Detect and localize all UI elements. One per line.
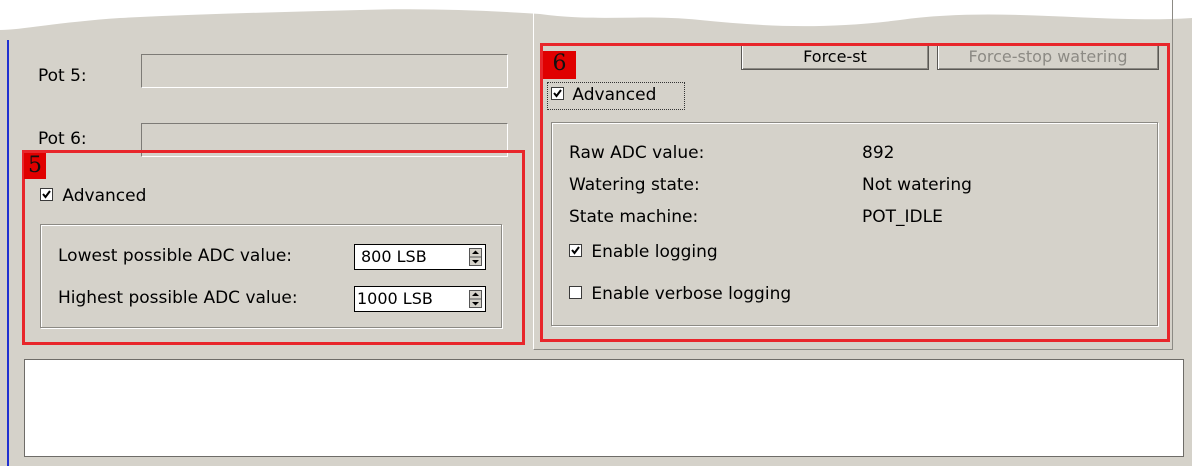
highlight-box-6 xyxy=(540,43,1170,342)
marker-6: 6 xyxy=(543,51,576,79)
marker-5: 5 xyxy=(24,153,46,179)
window-left-edge xyxy=(7,40,9,466)
highlight-box-5 xyxy=(22,150,525,345)
pot5-display xyxy=(141,54,508,88)
pot5-label: Pot 5: xyxy=(38,66,87,86)
log-output-area[interactable] xyxy=(24,359,1184,457)
pot6-label: Pot 6: xyxy=(38,129,87,149)
